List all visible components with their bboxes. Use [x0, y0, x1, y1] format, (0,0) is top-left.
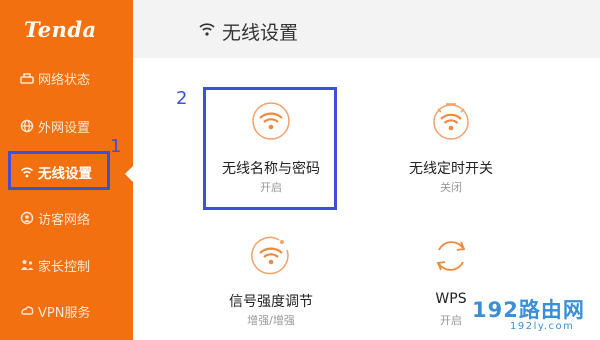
globe-icon [19, 118, 35, 134]
guest-network-icon [19, 210, 35, 226]
sidebar-item-network-status[interactable]: 网络状态 [0, 58, 133, 98]
sidebar-item-label: VPN服务 [38, 305, 91, 321]
page-title: 无线设置 [222, 22, 299, 44]
sidebar: Tenda 网络状态 外网设置 无线设置 访客网络 家长控制 VPN服务 [0, 0, 134, 340]
sidebar-item-label: 网络状态 [38, 72, 91, 88]
sidebar-item-label: 外网设置 [38, 120, 91, 136]
brand-logo[interactable]: Tenda [24, 17, 97, 42]
tile-wireless-timer[interactable]: 无线定时开关 关闭 [383, 87, 519, 210]
annotation-highlight-box [8, 151, 110, 190]
annotation-step-1: 1 [110, 136, 122, 157]
wifi-timer-icon [431, 101, 471, 141]
sidebar-item-parental-control[interactable]: 家长控制 [0, 245, 133, 285]
network-status-icon [19, 70, 35, 86]
vpn-icon [19, 303, 35, 319]
tile-signal-strength[interactable]: 信号强度调节 增强/增强 [203, 222, 339, 332]
tile-title: 无线定时开关 [409, 161, 493, 177]
parental-control-icon [19, 257, 35, 273]
sidebar-item-label: 家长控制 [38, 259, 91, 275]
annotation-step-2: 2 [176, 88, 188, 109]
active-item-pointer [125, 165, 134, 183]
annotation-highlight-box [203, 87, 337, 210]
sidebar-item-label: 访客网络 [38, 212, 91, 228]
tile-status: 增强/增强 [247, 314, 295, 327]
wifi-icon [198, 20, 216, 38]
tile-status: 关闭 [440, 181, 462, 194]
tile-title: 信号强度调节 [229, 294, 313, 310]
wps-refresh-icon [431, 236, 471, 276]
wifi-signal-strength-icon [251, 236, 291, 276]
watermark-url: 192ly.com [510, 321, 575, 332]
sidebar-item-vpn[interactable]: VPN服务 [0, 291, 133, 331]
sidebar-item-guest-network[interactable]: 访客网络 [0, 198, 133, 238]
watermark-title: 192路由网 [472, 298, 585, 322]
